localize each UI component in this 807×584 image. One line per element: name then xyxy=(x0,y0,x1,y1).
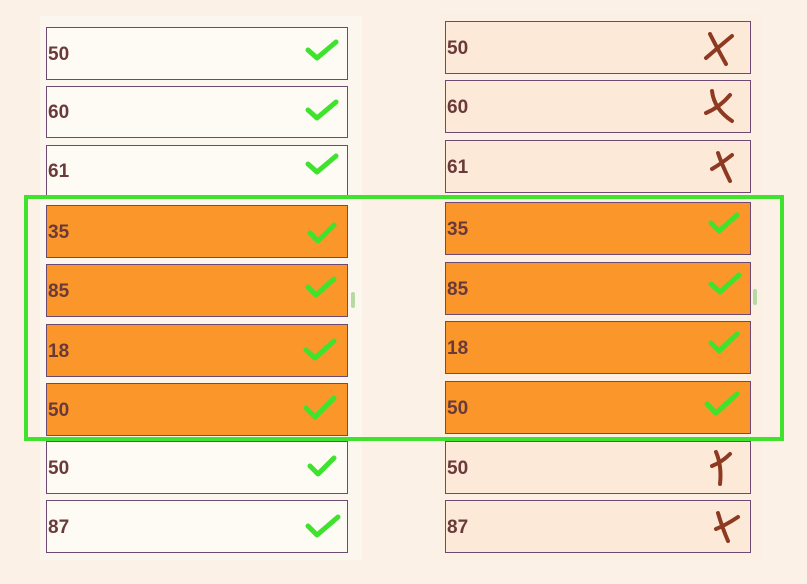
list-item[interactable]: 35 xyxy=(46,205,348,258)
row-value: 61 xyxy=(447,156,469,178)
cross-mark-icon xyxy=(704,89,734,123)
row-value: 87 xyxy=(48,516,70,538)
row-value: 87 xyxy=(447,516,469,538)
list-item[interactable]: 50 xyxy=(46,441,348,494)
list-item[interactable]: 50 xyxy=(46,27,348,80)
checkmark-icon xyxy=(704,391,740,416)
row-value: 50 xyxy=(48,43,70,65)
list-item[interactable]: 50 xyxy=(445,21,751,74)
row-value: 18 xyxy=(447,337,469,359)
list-item[interactable]: 35 xyxy=(445,202,751,255)
row-value: 50 xyxy=(48,399,70,421)
checkmark-icon xyxy=(708,331,740,354)
page: { "left_column": { "rows": [ {"value": "… xyxy=(0,0,807,584)
list-item[interactable]: 60 xyxy=(445,80,751,133)
cross-mark-icon xyxy=(704,32,734,66)
list-item[interactable]: 60 xyxy=(46,86,348,138)
checkmark-icon xyxy=(303,395,337,420)
right-scrollbar-handle[interactable] xyxy=(753,289,757,305)
list-item[interactable]: 18 xyxy=(46,324,348,377)
checkmark-icon xyxy=(307,222,337,244)
checkmark-icon xyxy=(307,455,337,477)
row-value: 50 xyxy=(447,457,469,479)
row-value: 50 xyxy=(447,397,469,419)
list-item[interactable]: 50 xyxy=(445,441,751,494)
list-item[interactable]: 61 xyxy=(46,145,348,197)
list-item[interactable]: 87 xyxy=(445,500,751,553)
row-value: 85 xyxy=(447,278,469,300)
row-value: 18 xyxy=(48,340,70,362)
row-value: 35 xyxy=(48,221,70,243)
row-value: 35 xyxy=(447,218,469,240)
list-item[interactable]: 87 xyxy=(46,500,348,553)
row-value: 60 xyxy=(48,102,70,123)
cross-mark-icon xyxy=(710,450,732,486)
row-value: 50 xyxy=(447,37,469,59)
row-value: 50 xyxy=(48,457,70,479)
checkmark-icon xyxy=(305,39,339,61)
cross-mark-icon xyxy=(710,151,734,183)
checkmark-icon xyxy=(708,272,742,295)
list-item[interactable]: 85 xyxy=(445,262,751,315)
row-value: 61 xyxy=(48,161,70,182)
checkmark-icon xyxy=(305,153,339,175)
list-item[interactable]: 61 xyxy=(445,140,751,193)
list-item[interactable]: 50 xyxy=(445,381,751,434)
checkmark-icon xyxy=(708,212,740,234)
row-value: 85 xyxy=(48,280,70,302)
list-item[interactable]: 85 xyxy=(46,264,348,317)
left-scrollbar-handle[interactable] xyxy=(351,292,355,308)
checkmark-icon xyxy=(305,276,337,298)
checkmark-icon xyxy=(303,338,337,361)
list-item[interactable]: 18 xyxy=(445,321,751,374)
row-value: 60 xyxy=(447,96,469,118)
checkmark-icon xyxy=(305,514,341,538)
checkmark-icon xyxy=(305,99,339,121)
list-item[interactable]: 50 xyxy=(46,383,348,436)
cross-mark-icon xyxy=(714,511,740,543)
